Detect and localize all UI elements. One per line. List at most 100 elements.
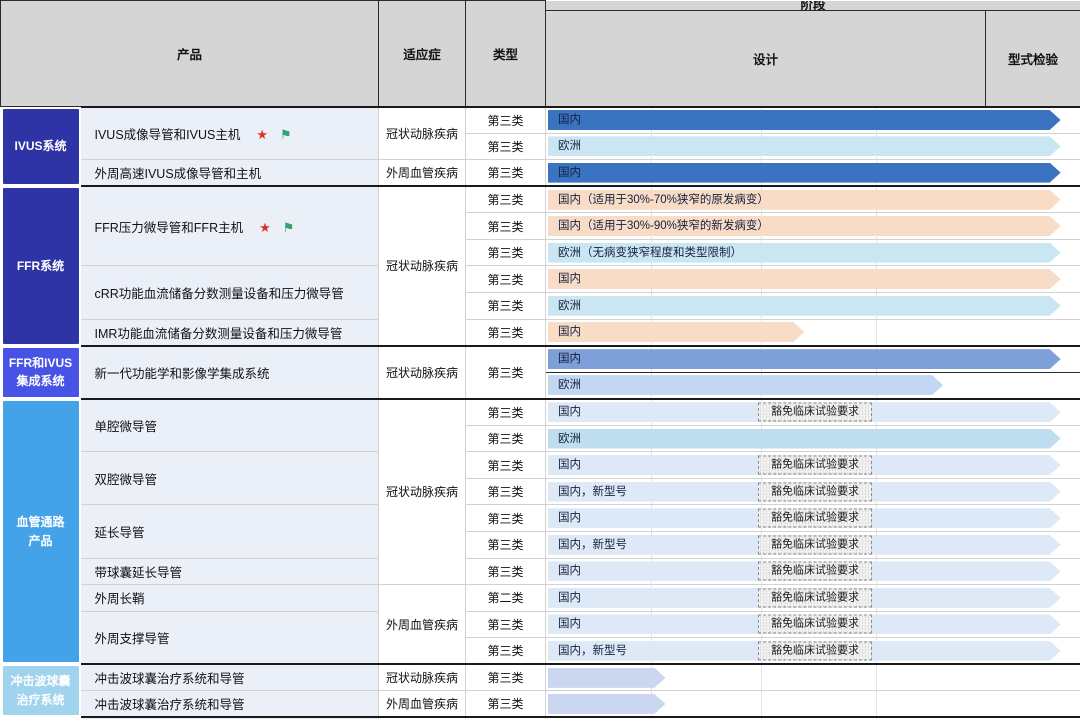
flag-icon: ⚑	[280, 126, 292, 142]
indication-cell: 外周血管疾病	[378, 584, 467, 665]
type-cell: 第三类	[465, 557, 547, 585]
product-cell: 带球囊延长导管	[80, 557, 380, 585]
table-header: 产品 适应症 类型 阶段 （预期）批准时间 设计 型式检验 临床 注册及批准	[0, 0, 1080, 107]
group-label: FFR和IVUS 集成系统	[2, 347, 79, 397]
type-cell: 第三类	[465, 132, 547, 160]
indication-cell: 外周血管疾病	[378, 690, 467, 718]
product-cell: 外周高速IVUS成像导管和主机	[80, 159, 380, 187]
stage-bar: 欧洲	[548, 296, 1061, 316]
stage-bar: 国内	[548, 110, 1061, 130]
indication-cell: 冠状动脉疾病	[378, 105, 467, 160]
indication-cell: 冠状动脉疾病	[378, 344, 467, 399]
type-cell: 第三类	[465, 663, 547, 691]
product-cell: 冲击波球囊治疗系统和导管	[80, 690, 380, 718]
product-cell: 双腔微导管	[80, 451, 380, 505]
type-cell: 第三类	[465, 451, 547, 479]
clinical-exemption-badge: 豁免临床试验要求	[758, 455, 873, 475]
stage-cell: 国内 豁免临床试验要求	[545, 584, 1080, 612]
product-name: 外周支撑导管	[94, 632, 170, 646]
stage-bar: 欧洲	[548, 429, 1061, 449]
product-cell: cRR功能血流储备分数测量设备和压力微导管	[80, 265, 380, 319]
stage-bar: 欧洲（无病变狭窄程度和类型限制）	[548, 243, 1061, 263]
indication-cell: 冠状动脉疾病	[378, 397, 467, 585]
type-cell: 第三类	[465, 504, 547, 532]
col-header-product: 产品	[0, 0, 380, 107]
product-name: FFR压力微导管和FFR主机	[94, 220, 244, 235]
group-cell: FFR系统	[0, 186, 81, 346]
stage-cell: 国内	[545, 318, 1080, 346]
product-cell: 延长导管	[80, 504, 380, 559]
stage-bar: 欧洲	[548, 136, 1061, 156]
stage-cell: 国内（适用于30%-90%狭窄的新发病变）	[545, 212, 1080, 240]
product-cell: 单腔微导管	[80, 397, 380, 452]
clinical-exemption-badge: 豁免临床试验要求	[758, 402, 873, 422]
product-name: 外周高速IVUS成像导管和主机	[94, 167, 262, 182]
product-name: 冲击波球囊治疗系统和导管	[94, 698, 245, 713]
stage-cell: 国内 豁免临床试验要求	[545, 451, 1080, 479]
col-header-stage: 阶段	[545, 0, 1080, 11]
type-cell: 第三类	[465, 265, 547, 293]
stage-cell: 国内	[545, 344, 1080, 373]
group-cell: 冲击波球囊 治疗系统	[0, 664, 81, 718]
stage-bar	[548, 694, 665, 714]
product-cell: 冲击波球囊治疗系统和导管	[80, 663, 380, 691]
stage-header-label: 阶段	[800, 0, 826, 10]
product-cell: IMR功能血流储备分数测量设备和压力微导管	[80, 318, 380, 346]
stage-cell	[545, 690, 1080, 718]
stage-bar: 国内	[548, 163, 1061, 183]
stage-bar: 国内（适用于30%-90%狭窄的新发病变）	[548, 216, 1061, 236]
star-icon: ★	[256, 126, 269, 142]
stage-cell: 国内（适用于30%-70%狭窄的原发病变）	[545, 185, 1080, 213]
stage-bar: 国内（适用于30%-70%狭窄的原发病变）	[548, 190, 1061, 210]
product-cell: FFR压力微导管和FFR主机 ★ ⚑	[80, 185, 380, 266]
product-name: IVUS成像导管和IVUS主机	[94, 127, 241, 142]
stage-cell: 国内 豁免临床试验要求	[545, 610, 1080, 638]
product-name: 双腔微导管	[94, 472, 158, 487]
type-cell: 第三类	[465, 424, 547, 452]
type-cell: 第三类	[465, 238, 547, 266]
col-header-indication: 适应症	[378, 0, 467, 107]
table-body: IVUS系统IVUS成像导管和IVUS主机★⚑冠状动脉疾病第三类国内已批准并商业…	[0, 105, 1080, 719]
product-name: 带球囊延长导管	[94, 565, 183, 580]
product-name: 单腔微导管	[94, 420, 158, 434]
product-pipeline-table: 产品 适应症 类型 阶段 （预期）批准时间 设计 型式检验 临床 注册及批准 I…	[0, 0, 1080, 719]
stage-cell: 国内 豁免临床试验要求	[545, 557, 1080, 585]
clinical-exemption-badge: 豁免临床试验要求	[758, 641, 873, 661]
stage-cell: 国内	[545, 105, 1080, 134]
clinical-exemption-badge: 豁免临床试验要求	[758, 561, 873, 581]
product-name: 新一代功能学和影像学集成系统	[94, 366, 270, 381]
product-cell: 外周长鞘	[80, 584, 380, 612]
group-cell: 血管通路 产品	[0, 398, 81, 665]
type-cell: 第三类	[465, 105, 547, 134]
type-cell: 第三类	[465, 690, 547, 718]
clinical-exemption-badge: 豁免临床试验要求	[758, 588, 873, 608]
type-cell: 第三类	[465, 212, 547, 240]
type-cell: 第三类	[465, 159, 547, 187]
stage-cell: 国内，新型号 豁免临床试验要求	[545, 637, 1080, 665]
col-header-type-testing: 型式检验	[985, 9, 1080, 107]
col-header-type: 类型	[465, 0, 547, 107]
type-cell: 第三类	[465, 344, 547, 399]
stage-cell: 国内 豁免临床试验要求	[545, 504, 1080, 532]
clinical-exemption-badge: 豁免临床试验要求	[758, 535, 873, 555]
type-cell: 第二类	[465, 584, 547, 612]
type-cell: 第三类	[465, 610, 547, 638]
group-cell: IVUS系统	[0, 106, 81, 187]
stage-cell: 欧洲	[545, 291, 1080, 319]
type-cell: 第三类	[465, 185, 547, 213]
product-name: 延长导管	[94, 526, 145, 540]
stage-cell: 欧洲	[545, 132, 1080, 160]
product-name: 外周长鞘	[94, 592, 145, 607]
pipeline-table-figure: 产品 适应症 类型 阶段 （预期）批准时间 设计 型式检验 临床 注册及批准 I…	[0, 0, 1080, 719]
group-label: IVUS系统	[2, 109, 79, 185]
stage-cell: 国内 豁免临床试验要求	[545, 397, 1080, 426]
clinical-exemption-badge: 豁免临床试验要求	[758, 482, 873, 502]
type-cell: 第三类	[465, 637, 547, 665]
product-name: cRR功能血流储备分数测量设备和压力微导管	[94, 286, 344, 301]
flag-icon: ⚑	[282, 219, 295, 235]
group-label: 冲击波球囊 治疗系统	[2, 666, 79, 716]
stage-cell: 欧洲	[545, 371, 1080, 399]
stage-bar: 国内	[548, 269, 1061, 289]
group-label: 血管通路 产品	[2, 400, 79, 663]
type-cell: 第三类	[465, 318, 547, 346]
